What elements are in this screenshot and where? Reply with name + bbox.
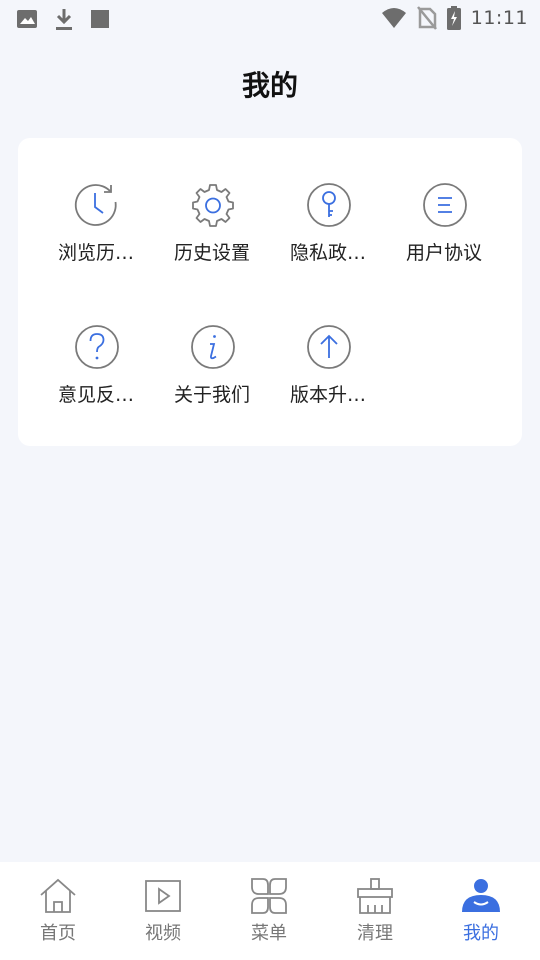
menu-item-about-us[interactable]: 关于我们: [154, 324, 270, 424]
tab-label: 菜单: [251, 923, 287, 944]
menu-item-version-upgrade[interactable]: 版本升…: [270, 324, 386, 424]
image-icon: [17, 10, 37, 28]
menu-item-label: 版本升…: [289, 384, 366, 406]
menu-item-history-settings[interactable]: 历史设置: [154, 182, 270, 282]
tab-clean[interactable]: 清理: [321, 862, 429, 960]
menu-item-feedback[interactable]: 意见反…: [38, 324, 154, 424]
upgrade-icon: [307, 325, 351, 369]
menu-item-user-agreement[interactable]: 用户协议: [386, 182, 502, 282]
menu-item-label: 历史设置: [173, 242, 250, 264]
download-icon: [56, 9, 72, 30]
status-right: 11:11: [381, 6, 528, 30]
question-icon: [75, 325, 119, 369]
status-time: 11:11: [470, 7, 528, 29]
tab-label: 首页: [40, 923, 76, 944]
tab-mine[interactable]: 我的: [427, 862, 535, 960]
menu-grid-icon: [251, 878, 287, 914]
tab-label: 我的: [463, 923, 499, 944]
page-title: 我的: [241, 69, 298, 102]
menu-card: 浏览历… 历史设置 隐私政… 用户协议 意见反… 关于我们 版本升…: [18, 138, 522, 446]
menu-item-label: 浏览历…: [57, 242, 134, 264]
stop-icon: [91, 10, 109, 28]
status-bar: 11:11: [0, 0, 540, 36]
tab-label: 视频: [145, 923, 181, 944]
menu-item-label: 关于我们: [173, 384, 250, 406]
tab-home[interactable]: 首页: [4, 862, 112, 960]
tab-label: 清理: [357, 923, 393, 944]
menu-item-privacy-policy[interactable]: 隐私政…: [270, 182, 386, 282]
broom-icon: [357, 878, 393, 914]
info-icon: [191, 325, 235, 369]
bottom-nav: 首页 视频 菜单 清理 我的: [0, 862, 540, 960]
video-icon: [145, 880, 181, 912]
menu-item-label: 隐私政…: [289, 242, 366, 264]
key-icon: [307, 183, 351, 227]
user-icon: [462, 877, 500, 912]
home-icon: [40, 878, 76, 913]
no-sim-icon: [416, 6, 437, 30]
gear-icon: [192, 184, 234, 227]
history-icon: [74, 184, 117, 226]
status-left: [16, 7, 110, 31]
menu-item-browse-history[interactable]: 浏览历…: [38, 182, 154, 282]
tab-menu[interactable]: 菜单: [215, 862, 323, 960]
menu-item-label: 用户协议: [405, 242, 482, 264]
menu-item-label: 意见反…: [57, 384, 134, 406]
tab-video[interactable]: 视频: [109, 862, 217, 960]
list-icon: [423, 183, 467, 227]
battery-charging-icon: [446, 6, 461, 30]
wifi-icon: [381, 8, 406, 28]
